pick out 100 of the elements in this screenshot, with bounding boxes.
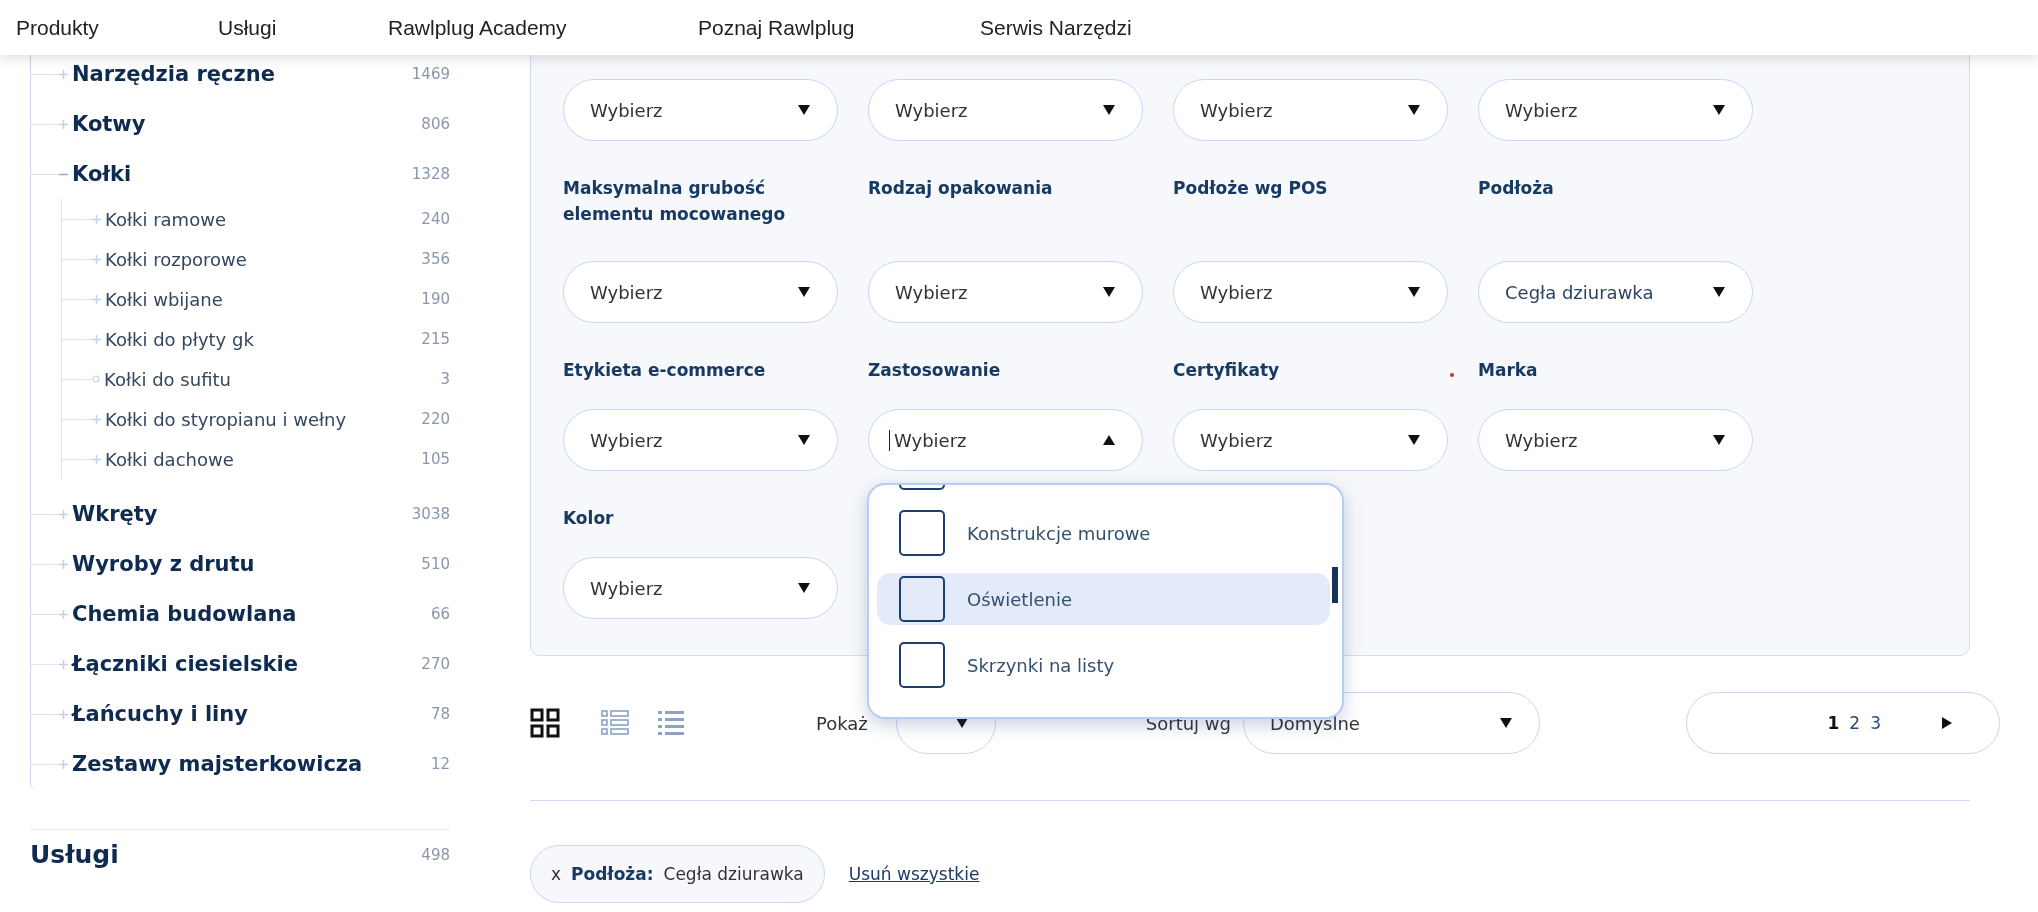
plus-icon[interactable] xyxy=(92,254,101,264)
subcategory-link[interactable]: Kołki do styropianu i wełny xyxy=(105,408,422,430)
subcategory-link[interactable]: Kołki wbijane xyxy=(105,288,422,310)
checkbox[interactable] xyxy=(899,510,945,556)
filter-select[interactable]: Wybierz xyxy=(563,409,838,471)
chip-name: Podłoża: xyxy=(571,864,654,884)
caret-icon xyxy=(797,286,811,298)
category-link[interactable]: Chemia budowlana xyxy=(72,602,431,626)
plus-icon[interactable] xyxy=(59,509,68,519)
nav-link[interactable]: Produkty xyxy=(16,15,218,40)
item-count: 510 xyxy=(421,555,450,573)
chip-value: Cegła dziurawka xyxy=(663,864,804,884)
filter-select[interactable]: Wybierz xyxy=(563,79,838,141)
filter-label: Podłoże wg POS xyxy=(1173,177,1329,200)
subcategory-link[interactable]: Kołki dachowe xyxy=(105,448,422,470)
caret-icon xyxy=(1407,434,1421,446)
view-toggle[interactable] xyxy=(530,708,560,738)
page-link[interactable]: 1 xyxy=(1827,713,1840,733)
filter-label: Certyfikaty xyxy=(1173,359,1281,382)
caret-icon xyxy=(1499,717,1513,729)
checkbox[interactable] xyxy=(899,576,945,622)
view-toggle[interactable] xyxy=(656,708,686,738)
dropdown-option[interactable]: Konstrukcje murowe xyxy=(877,507,1330,559)
caret-icon xyxy=(1712,434,1726,446)
caret-icon xyxy=(797,104,811,116)
filter-select[interactable]: Wybierz xyxy=(868,409,1143,471)
plus-icon[interactable] xyxy=(92,294,101,304)
item-count: 66 xyxy=(430,605,450,623)
filter-select[interactable]: Wybierz xyxy=(563,557,838,619)
caret-icon xyxy=(1102,104,1116,116)
item-count: 240 xyxy=(421,210,450,228)
plus-icon[interactable] xyxy=(59,119,68,129)
filter-select[interactable]: Cegła dziurawka xyxy=(1478,261,1753,323)
view-toggle[interactable] xyxy=(600,708,630,738)
filter-label: Marka xyxy=(1478,359,1539,382)
filter-select[interactable]: Wybierz xyxy=(1173,79,1448,141)
plus-icon[interactable] xyxy=(92,454,101,464)
item-count: 12 xyxy=(430,755,450,773)
plus-icon[interactable] xyxy=(59,659,68,669)
caret-icon xyxy=(797,582,811,594)
subcategory-link[interactable]: Kołki do sufitu xyxy=(104,368,441,390)
caret-icon xyxy=(1712,286,1726,298)
filter-label: Zastosowanie xyxy=(868,359,1002,382)
circle-icon xyxy=(92,375,100,383)
plus-icon[interactable] xyxy=(59,759,68,769)
remove-text[interactable]: x xyxy=(551,864,562,884)
item-count: 190 xyxy=(421,290,450,308)
option-label: Skrzynki na listy xyxy=(967,654,1115,676)
list-view-icon xyxy=(600,708,630,738)
clear-all-link[interactable]: Usuń wszystkie xyxy=(848,864,980,884)
category-link[interactable]: Kołki xyxy=(72,162,412,186)
item-count: 3038 xyxy=(411,505,450,523)
nav-link[interactable]: Poznaj Rawlplug xyxy=(698,15,980,40)
nav-link[interactable]: Rawlplug Academy xyxy=(388,15,698,40)
page-link[interactable]: 3 xyxy=(1870,713,1881,733)
subcategory-link[interactable]: Kołki rozporowe xyxy=(105,248,422,270)
category-link[interactable]: Narzędzia ręczne xyxy=(72,62,412,86)
dropdown-option[interactable]: Skrzynki na listy xyxy=(877,639,1330,691)
plus-icon[interactable] xyxy=(92,414,101,424)
plus-icon[interactable] xyxy=(59,609,68,619)
caret-icon xyxy=(797,434,811,446)
option-label: Konstrukcje murowe xyxy=(967,522,1151,544)
filter-select[interactable]: Wybierz xyxy=(1173,261,1448,323)
dropdown-option[interactable]: Oświetlenie xyxy=(877,573,1330,625)
filter-select[interactable]: Wybierz xyxy=(868,79,1143,141)
category-link[interactable]: Łączniki ciesielskie xyxy=(72,652,422,676)
plus-icon[interactable] xyxy=(92,214,101,224)
category-link[interactable]: Zestawy majsterkowicza xyxy=(72,752,431,776)
checkbox[interactable] xyxy=(899,642,945,688)
item-count: 215 xyxy=(421,330,450,348)
page-link[interactable]: 2 xyxy=(1849,713,1861,733)
plus-icon[interactable] xyxy=(59,559,68,569)
item-count: 270 xyxy=(421,655,450,673)
dot xyxy=(1450,373,1454,377)
section-title[interactable]: Usługi xyxy=(30,840,422,869)
category-link[interactable]: Wkręty xyxy=(72,502,412,526)
category-link[interactable]: Kotwy xyxy=(72,112,422,136)
subcategory-link[interactable]: Kołki ramowe xyxy=(105,208,422,230)
caret-icon xyxy=(954,717,969,729)
scrollbar-thumb[interactable] xyxy=(1332,567,1338,603)
category-link[interactable]: Łańcuchy i liny xyxy=(72,702,431,726)
item-count: 1469 xyxy=(411,65,450,83)
filter-label: Etykieta e-commerce xyxy=(563,359,767,382)
plus-icon[interactable] xyxy=(92,334,101,344)
filter-select[interactable]: Wybierz xyxy=(1478,409,1753,471)
nav-link[interactable]: Serwis Narzędzi xyxy=(980,15,1280,40)
plus-icon[interactable] xyxy=(59,709,68,719)
filter-chip[interactable]: x Podłoża: Cegła dziurawka xyxy=(530,845,825,903)
filter-select[interactable]: Wybierz xyxy=(1478,79,1753,141)
filter-select[interactable]: Wybierz xyxy=(1173,409,1448,471)
filter-label: Kolor xyxy=(563,507,615,530)
next-page-icon[interactable] xyxy=(1941,716,1953,730)
subcategory-link[interactable]: Kołki do płyty gk xyxy=(105,328,422,350)
filter-select[interactable]: Wybierz xyxy=(868,261,1143,323)
plus-icon[interactable] xyxy=(59,69,68,79)
category-link[interactable]: Wyroby z drutu xyxy=(72,552,422,576)
filter-select[interactable]: Wybierz xyxy=(563,261,838,323)
item-count: 3 xyxy=(440,370,450,388)
nav-link[interactable]: Usługi xyxy=(218,15,388,40)
filter-label: Maksymalna grubość elementu mocowanego xyxy=(563,177,787,226)
